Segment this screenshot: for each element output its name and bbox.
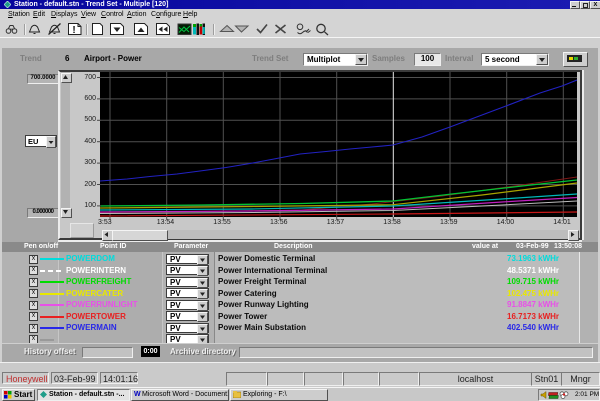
svg-text:!: ! bbox=[72, 25, 75, 36]
